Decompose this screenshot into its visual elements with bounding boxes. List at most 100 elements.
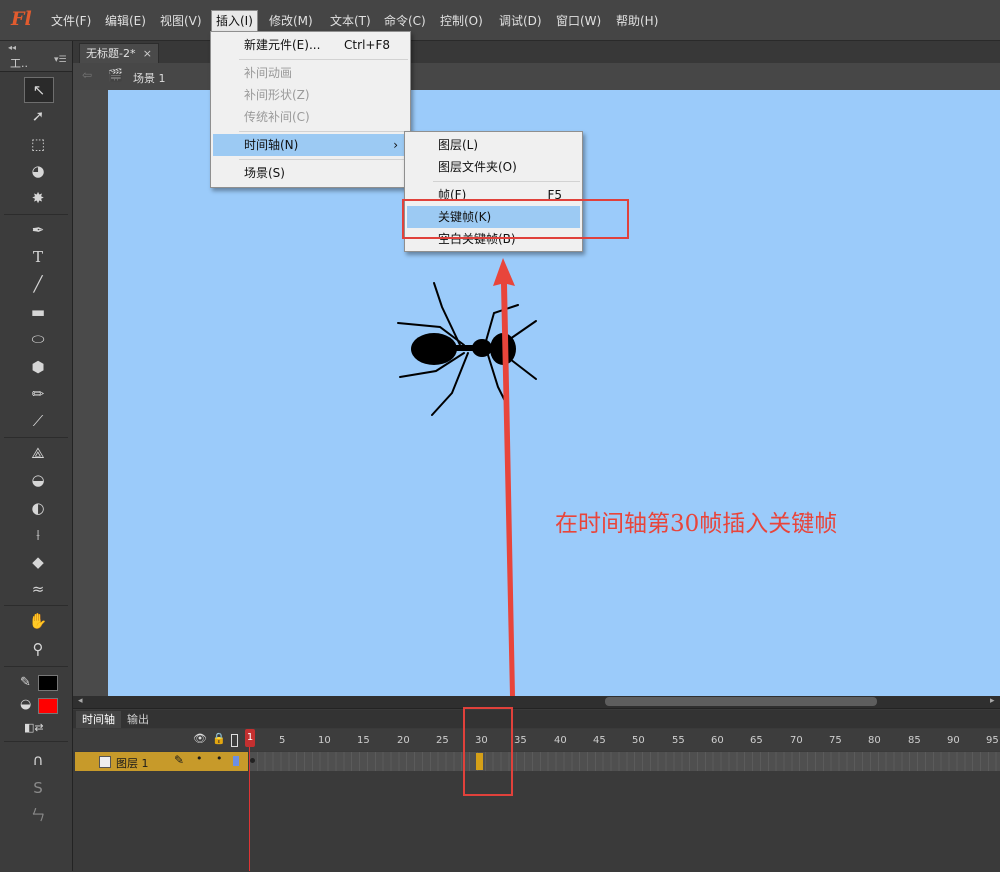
scroll-right-icon[interactable]: ▸: [990, 696, 995, 706]
line-tool-icon[interactable]: ╱: [24, 272, 52, 296]
frame-number: 35: [514, 735, 527, 746]
document-tab-title: 无标题-2*: [86, 47, 136, 60]
smooth-icon[interactable]: S: [24, 776, 52, 800]
stage-scroll-thumb[interactable]: [605, 697, 877, 706]
scene-label[interactable]: 场景 1: [133, 70, 166, 86]
tool-divider: [4, 214, 68, 215]
subselection-tool-icon[interactable]: ➚: [24, 104, 52, 128]
pencil-tool-icon[interactable]: ✏: [24, 382, 52, 406]
width-tool-icon[interactable]: ≈: [24, 577, 52, 601]
back-arrow-icon[interactable]: ⇦: [82, 68, 92, 82]
document-tab[interactable]: 无标题-2* ×: [79, 43, 159, 63]
menu-bar: Fl 文件(F) 编辑(E) 视图(V) 插入(I) 修改(M) 文本(T) 命…: [0, 0, 1000, 41]
frame-number: 80: [868, 735, 881, 746]
pencil-icon[interactable]: ✎: [174, 753, 184, 767]
rectangle-tool-icon[interactable]: ▬: [24, 300, 52, 324]
outline-icon[interactable]: [231, 734, 238, 747]
lock-dot-icon[interactable]: •: [216, 752, 223, 765]
frame-number: 65: [750, 735, 763, 746]
close-icon[interactable]: ×: [143, 44, 152, 64]
fill-color-swatch[interactable]: [38, 698, 58, 714]
frame-number: 25: [436, 735, 449, 746]
frame-number: 90: [947, 735, 960, 746]
instruction-annotation: 在时间轴第30帧插入关键帧: [555, 511, 838, 537]
menu-item-classic-tween: 传统补间(C): [244, 110, 310, 124]
layer-color-icon[interactable]: [233, 756, 239, 766]
panel-menu-icon[interactable]: ▾☰: [54, 55, 67, 65]
keyframe-dot: [250, 758, 255, 763]
frame-number: 5: [279, 735, 286, 746]
tab-output[interactable]: 输出: [121, 711, 155, 728]
oval-tool-icon[interactable]: ⬭: [24, 327, 52, 351]
frame-number: 50: [632, 735, 645, 746]
fill-color-icon: ◒: [20, 697, 32, 712]
menu-item-new-symbol[interactable]: 新建元件(E)... Ctrl+F8: [211, 34, 410, 56]
menu-modify[interactable]: 修改(M): [265, 11, 317, 31]
annotation-arrow: [493, 258, 515, 696]
frame-number: 45: [593, 735, 606, 746]
bone-tool-icon[interactable]: ⟁: [24, 441, 52, 465]
menu-item-scene[interactable]: 场景(S): [211, 162, 410, 184]
3d-rotation-tool-icon[interactable]: ◕: [24, 159, 52, 183]
menu-debug[interactable]: 调试(D): [495, 11, 546, 31]
insert-menu: 新建元件(E)... Ctrl+F8 补间动画 补间形状(Z) 传统补间(C) …: [210, 31, 411, 188]
paint-bucket-tool-icon[interactable]: ◒: [24, 468, 52, 492]
swap-colors-icon[interactable]: ◧⇄: [24, 721, 44, 734]
selection-tool-icon[interactable]: ↖: [24, 77, 54, 103]
menu-item-shape-tween: 补间形状(Z): [244, 88, 310, 102]
ant-graphic[interactable]: [390, 275, 550, 425]
frame-number: 70: [790, 735, 803, 746]
visibility-dot-icon[interactable]: •: [196, 752, 203, 765]
tool-divider: [4, 605, 68, 606]
eye-icon[interactable]: 👁: [193, 732, 207, 745]
menu-edit[interactable]: 编辑(E): [101, 11, 150, 31]
tool-divider: [4, 437, 68, 438]
menu-item-timeline[interactable]: 时间轴(N) ›: [213, 134, 408, 156]
playhead[interactable]: 1: [245, 729, 255, 747]
tool-divider: [4, 741, 68, 742]
layer-name[interactable]: 图层 1: [116, 755, 149, 771]
stroke-color-swatch[interactable]: [38, 675, 58, 691]
stroke-color-icon: ✎: [20, 675, 31, 690]
pen-tool-icon[interactable]: ✒: [24, 218, 52, 242]
frame-number: 60: [711, 735, 724, 746]
polystar-tool-icon[interactable]: ⬢: [24, 355, 52, 379]
callout-keyframe-menu: [402, 199, 629, 239]
layer-row[interactable]: ✎ • •: [75, 752, 248, 771]
hand-tool-icon[interactable]: ✋: [24, 609, 52, 633]
tools-panel-header: ◂◂ 工.. ▾☰: [0, 41, 72, 72]
eraser-tool-icon[interactable]: ◆: [24, 550, 52, 574]
menu-view[interactable]: 视图(V): [156, 11, 206, 31]
callout-frame-30: [463, 707, 513, 796]
tools-panel-title: 工..: [10, 57, 28, 70]
menu-text[interactable]: 文本(T): [326, 11, 375, 31]
timeline-frames[interactable]: [249, 752, 1000, 771]
text-tool-icon[interactable]: T: [24, 245, 52, 269]
eyedropper-tool-icon[interactable]: ⟊: [24, 523, 52, 547]
lasso-tool-icon[interactable]: ✸: [24, 186, 52, 210]
tool-divider: [4, 666, 68, 667]
submenu-arrow-icon: ›: [393, 138, 398, 152]
menu-help[interactable]: 帮助(H): [612, 11, 662, 31]
menu-control[interactable]: 控制(O): [436, 11, 487, 31]
frame-number: 95: [986, 735, 999, 746]
submenu-item-layer[interactable]: 图层(L): [405, 134, 582, 156]
scroll-left-icon[interactable]: ◂: [78, 696, 83, 706]
zoom-tool-icon[interactable]: ⚲: [24, 637, 52, 661]
collapse-icon[interactable]: ◂◂: [8, 43, 16, 52]
submenu-item-layer-folder[interactable]: 图层文件夹(O): [405, 156, 582, 178]
menu-separator: [433, 181, 580, 182]
menu-window[interactable]: 窗口(W): [552, 11, 605, 31]
free-transform-tool-icon[interactable]: ⬚: [24, 132, 52, 156]
lock-icon[interactable]: 🔒: [212, 732, 226, 745]
snap-magnet-icon[interactable]: ∩: [24, 748, 52, 772]
tab-timeline[interactable]: 时间轴: [76, 711, 121, 728]
playhead-line: [249, 729, 250, 871]
menu-file[interactable]: 文件(F): [47, 11, 95, 31]
menu-insert[interactable]: 插入(I): [211, 10, 258, 32]
menu-commands[interactable]: 命令(C): [380, 11, 430, 31]
ink-bottle-tool-icon[interactable]: ◐: [24, 496, 52, 520]
brush-tool-icon[interactable]: ⟋: [24, 409, 52, 433]
straighten-icon[interactable]: ㄣ: [24, 803, 52, 827]
menu-separator: [239, 131, 408, 132]
